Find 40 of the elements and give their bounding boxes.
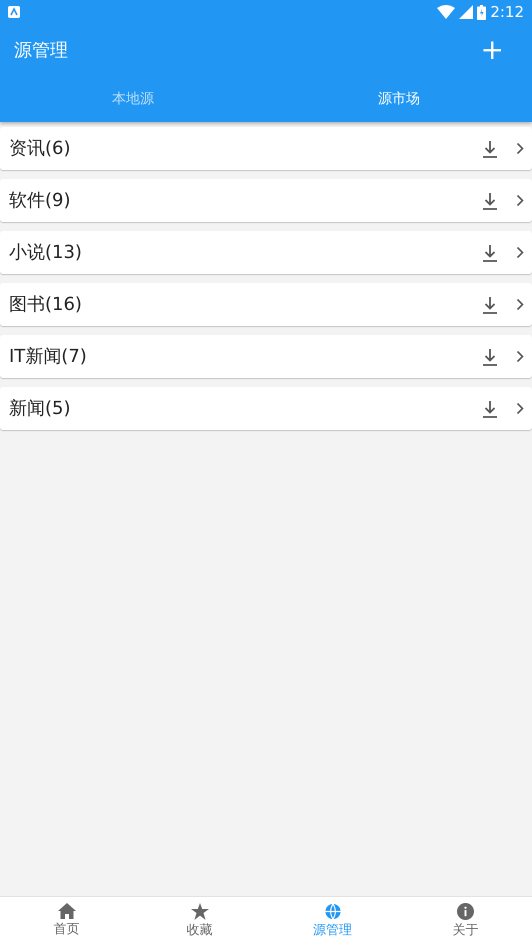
category-row[interactable]: 图书(16): [0, 283, 532, 326]
home-icon: [58, 903, 76, 920]
download-icon[interactable]: [482, 296, 498, 314]
nav-tab[interactable]: 关于: [399, 897, 532, 946]
toolbar-title: 源管理: [14, 38, 68, 62]
chevron-right-icon[interactable]: [516, 142, 524, 155]
category-name: 图书(16): [9, 293, 83, 317]
signal-icon: [459, 5, 474, 19]
clock-time: 2:12: [490, 2, 524, 23]
info-icon: [457, 902, 474, 920]
category-row[interactable]: 软件(9): [0, 179, 532, 222]
download-icon[interactable]: [482, 192, 498, 210]
category-name: 新闻(5): [9, 397, 72, 421]
wifi-icon: [437, 5, 456, 19]
chevron-right-icon[interactable]: [516, 402, 524, 415]
nav-tab[interactable]: 源管理: [266, 897, 399, 946]
category-row[interactable]: 资讯(6): [0, 127, 532, 170]
star-icon: [190, 902, 208, 920]
add-button[interactable]: +: [466, 36, 518, 64]
chevron-right-icon[interactable]: [516, 194, 524, 207]
chevron-right-icon[interactable]: [516, 246, 524, 259]
category-row[interactable]: 小说(13): [0, 231, 532, 274]
category-name: IT新闻(7): [9, 345, 88, 369]
nav-tab[interactable]: 首页: [0, 897, 133, 946]
battery-icon: [477, 4, 486, 20]
notification-icon: [8, 6, 20, 18]
download-icon[interactable]: [482, 348, 498, 366]
tab[interactable]: 源市场: [266, 76, 532, 122]
category-name: 小说(13): [9, 241, 83, 265]
download-icon[interactable]: [482, 244, 498, 262]
nav-tab[interactable]: 收藏: [133, 897, 266, 946]
chevron-right-icon[interactable]: [516, 298, 524, 311]
category-row[interactable]: 新闻(5): [0, 387, 532, 430]
category-name: 资讯(6): [9, 137, 72, 161]
category-name: 软件(9): [9, 189, 72, 213]
download-icon[interactable]: [482, 400, 498, 418]
globe-icon: [324, 902, 342, 920]
category-row[interactable]: IT新闻(7): [0, 335, 532, 378]
chevron-right-icon[interactable]: [516, 350, 524, 363]
download-icon[interactable]: [482, 140, 498, 158]
